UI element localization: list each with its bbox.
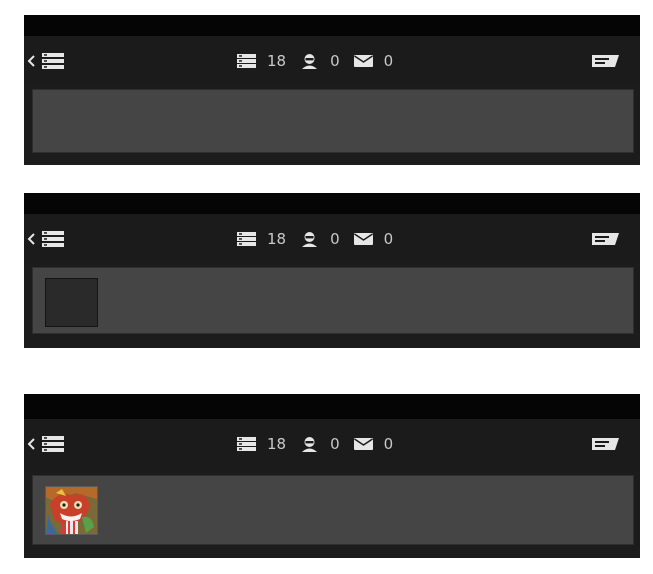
menu-list-icon[interactable]	[42, 231, 64, 247]
status-bar	[24, 394, 640, 419]
nav-bar: 18 0 0	[24, 214, 640, 264]
content-area	[32, 475, 634, 545]
screen-panel-1: 18 0 0	[24, 15, 640, 165]
chevron-left-icon[interactable]	[27, 438, 37, 450]
thumbnail-placeholder[interactable]	[45, 278, 98, 327]
list-count: 18	[267, 435, 287, 453]
list-count: 18	[267, 230, 287, 248]
menu-list-icon[interactable]	[42, 436, 64, 452]
message-count: 0	[383, 435, 394, 453]
list-count: 18	[267, 52, 287, 70]
status-bar	[24, 193, 640, 214]
menu-list-icon[interactable]	[42, 53, 64, 69]
list-icon	[237, 232, 256, 246]
message-count: 0	[383, 230, 394, 248]
mail-icon	[353, 438, 373, 450]
message-count: 0	[383, 52, 394, 70]
user-icon	[302, 54, 318, 69]
user-icon	[302, 232, 318, 247]
chevron-left-icon[interactable]	[27, 55, 37, 67]
user-count: 0	[330, 435, 340, 453]
user-icon	[302, 437, 318, 452]
message-icon[interactable]	[592, 232, 619, 246]
user-count: 0	[330, 52, 340, 70]
stats-group: 18 0 0	[237, 49, 407, 73]
nav-bar: 18 0 0	[24, 419, 640, 471]
list-icon	[237, 54, 256, 68]
screen-panel-2: 18 0 0	[24, 193, 640, 348]
message-icon[interactable]	[592, 437, 619, 451]
message-icon[interactable]	[592, 54, 619, 68]
content-area	[32, 89, 634, 153]
mail-icon	[353, 55, 373, 67]
screen-panel-3: 18 0 0	[24, 394, 640, 558]
user-count: 0	[330, 230, 340, 248]
stats-group: 18 0 0	[237, 432, 407, 456]
list-icon	[237, 437, 256, 451]
stats-group: 18 0 0	[237, 227, 407, 251]
nav-bar: 18 0 0	[24, 36, 640, 86]
avatar[interactable]	[45, 486, 98, 535]
chevron-left-icon[interactable]	[27, 233, 37, 245]
mail-icon	[353, 233, 373, 245]
status-bar	[24, 15, 640, 36]
content-area	[32, 267, 634, 334]
